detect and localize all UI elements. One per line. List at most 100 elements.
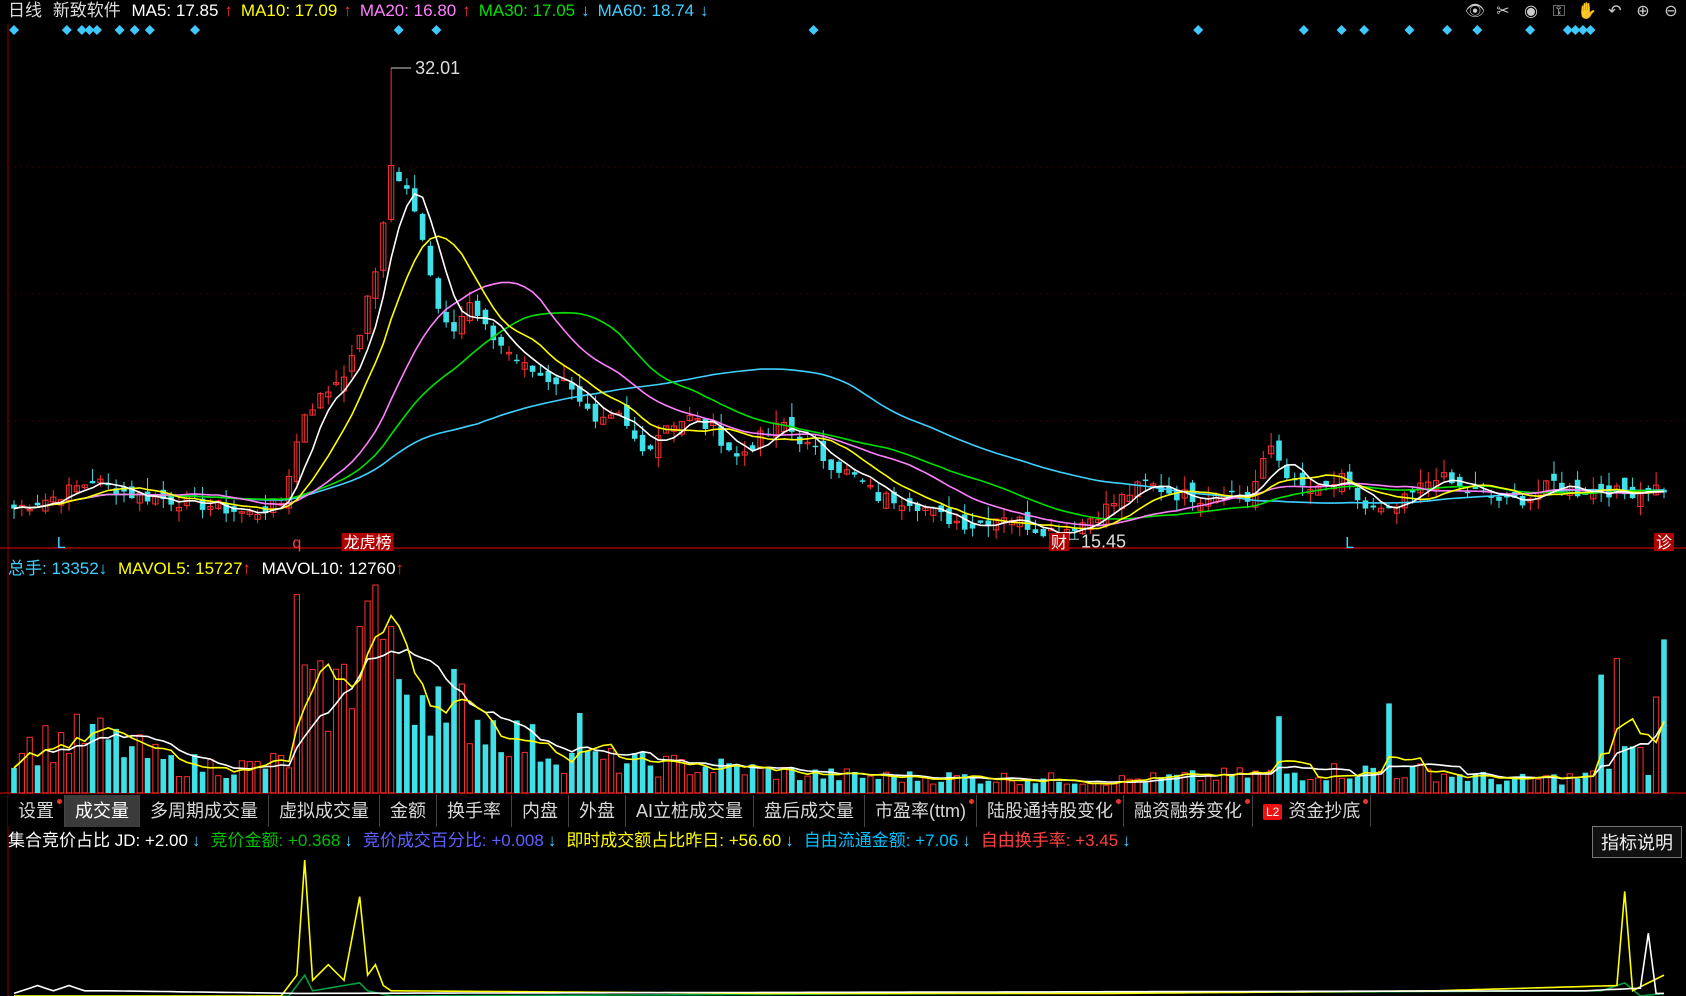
volume-bar bbox=[285, 767, 293, 794]
candle-body bbox=[1354, 487, 1361, 501]
tab-label: 陆股通持股变化 bbox=[987, 801, 1113, 821]
scissors-icon[interactable]: ✂ bbox=[1492, 1, 1514, 21]
candle-body bbox=[498, 336, 504, 346]
volume-bar bbox=[1220, 767, 1228, 794]
volume-bar bbox=[1063, 783, 1070, 794]
period-label[interactable]: 日线 bbox=[8, 1, 42, 20]
tab-label: 设置 bbox=[18, 801, 54, 821]
volume-bar bbox=[443, 722, 449, 793]
tab-2[interactable]: 多周期成交量 bbox=[140, 795, 269, 827]
candle-body bbox=[836, 461, 842, 473]
volume-bar bbox=[655, 776, 662, 794]
tab-4[interactable]: 金额 bbox=[380, 795, 437, 827]
tab-label: 外盘 bbox=[579, 801, 615, 821]
event-diamond-icon bbox=[1359, 25, 1370, 35]
tab-0[interactable]: 设置 bbox=[8, 795, 65, 827]
volume-bar bbox=[1386, 703, 1392, 793]
volume-bar bbox=[1260, 772, 1267, 794]
volume-bar bbox=[600, 758, 607, 794]
tab-11[interactable]: 陆股通持股变化 bbox=[977, 795, 1124, 827]
volume-bar bbox=[293, 594, 300, 794]
hand-icon[interactable]: ✋ bbox=[1576, 1, 1598, 21]
volume-bar bbox=[1613, 658, 1620, 794]
volume-bar bbox=[223, 778, 229, 793]
undo-icon[interactable]: ↶ bbox=[1604, 1, 1626, 21]
candle-body bbox=[482, 309, 489, 325]
candle-body bbox=[529, 365, 536, 372]
volume-bar bbox=[73, 713, 80, 794]
candle-body bbox=[1276, 440, 1282, 461]
indicator-help-button[interactable]: 指标说明 bbox=[1592, 826, 1682, 858]
volume-bar bbox=[930, 783, 937, 794]
volume-bar bbox=[1370, 767, 1377, 793]
volume-bar bbox=[1079, 783, 1086, 794]
zoom-out-icon[interactable]: ⊖ bbox=[1660, 1, 1682, 21]
volume-bar bbox=[1346, 778, 1353, 793]
volume-bar bbox=[553, 764, 559, 793]
zoom-in-icon[interactable]: ⊕ bbox=[1632, 1, 1654, 21]
volume-bar bbox=[1229, 775, 1235, 793]
volume-bar bbox=[1284, 773, 1290, 793]
event-diamond-icon bbox=[1442, 25, 1453, 35]
tab-5[interactable]: 换手率 bbox=[437, 795, 512, 827]
volume-bar bbox=[1417, 763, 1424, 794]
volume-bar bbox=[498, 752, 504, 793]
volume-bar bbox=[42, 725, 49, 794]
volume-bar bbox=[1449, 776, 1455, 793]
volume-bar bbox=[505, 756, 513, 794]
volume-bar bbox=[1150, 772, 1157, 794]
volume-bar bbox=[427, 735, 434, 793]
indicator-item: 竞价成交百分比: +0.008 bbox=[362, 831, 544, 850]
tab-9[interactable]: 盘后成交量 bbox=[754, 795, 866, 827]
volume-bar bbox=[820, 778, 827, 793]
tab-3[interactable]: 虚拟成交量 bbox=[269, 795, 380, 827]
tab-12[interactable]: 融资融券变化 bbox=[1124, 795, 1253, 827]
tab-1[interactable]: 成交量 bbox=[65, 795, 140, 827]
volume-bar bbox=[490, 720, 497, 793]
event-diamond-icon bbox=[1298, 25, 1309, 35]
lock-icon[interactable]: ⚿ bbox=[1548, 1, 1570, 21]
volume-bar bbox=[1661, 639, 1667, 793]
volume-bar bbox=[1181, 772, 1188, 794]
volume-bar bbox=[789, 768, 795, 793]
volume-bar bbox=[985, 780, 992, 793]
volume-bar bbox=[906, 771, 913, 793]
mavol5-line bbox=[13, 614, 1665, 785]
volume-bar bbox=[34, 765, 41, 793]
tab-label: 融资融券变化 bbox=[1134, 801, 1242, 821]
volume-bar bbox=[270, 752, 277, 794]
tab-7[interactable]: 外盘 bbox=[569, 795, 626, 827]
tab-label: 成交量 bbox=[75, 801, 129, 821]
volume-bar bbox=[1087, 782, 1094, 794]
play-icon[interactable]: ◉ bbox=[1520, 1, 1542, 21]
volume-bar bbox=[81, 742, 88, 794]
volume-bar bbox=[1456, 774, 1463, 793]
eye-icon[interactable]: 👁 bbox=[1464, 1, 1486, 21]
indicator-item: 自由换手率: +3.45 bbox=[980, 831, 1119, 850]
volume-bar bbox=[718, 758, 724, 793]
volume-bar bbox=[152, 743, 159, 794]
mavol10: MAVOL10: 12760 bbox=[261, 559, 396, 578]
l2-badge-icon: L2 bbox=[1263, 804, 1283, 821]
volume-bar bbox=[560, 772, 568, 794]
tab-6[interactable]: 内盘 bbox=[512, 795, 569, 827]
volume-bar bbox=[592, 751, 599, 793]
volume-bar bbox=[356, 626, 363, 794]
volume-bar bbox=[1488, 778, 1494, 793]
volume-bar bbox=[333, 668, 340, 794]
volume-bar bbox=[168, 755, 174, 793]
tab-13[interactable]: L2 资金抄底 bbox=[1253, 795, 1372, 827]
tab-8[interactable]: AI立桩成交量 bbox=[626, 795, 755, 827]
total-volume: 总手: 13352 bbox=[8, 559, 99, 578]
candle-body bbox=[796, 436, 803, 445]
candle-body bbox=[851, 472, 858, 475]
tab-10[interactable]: 市盈率(ttm) bbox=[865, 795, 977, 827]
volume-bar bbox=[545, 758, 552, 793]
ma-legend-item: MA20: 16.80 bbox=[359, 1, 457, 20]
volume-bar bbox=[1598, 674, 1604, 793]
volume-bar bbox=[1103, 784, 1110, 794]
volume-bar bbox=[160, 758, 167, 793]
candle-body bbox=[1229, 490, 1235, 493]
indicator-arrow: ↓ bbox=[344, 831, 353, 850]
candle-body bbox=[859, 480, 866, 482]
